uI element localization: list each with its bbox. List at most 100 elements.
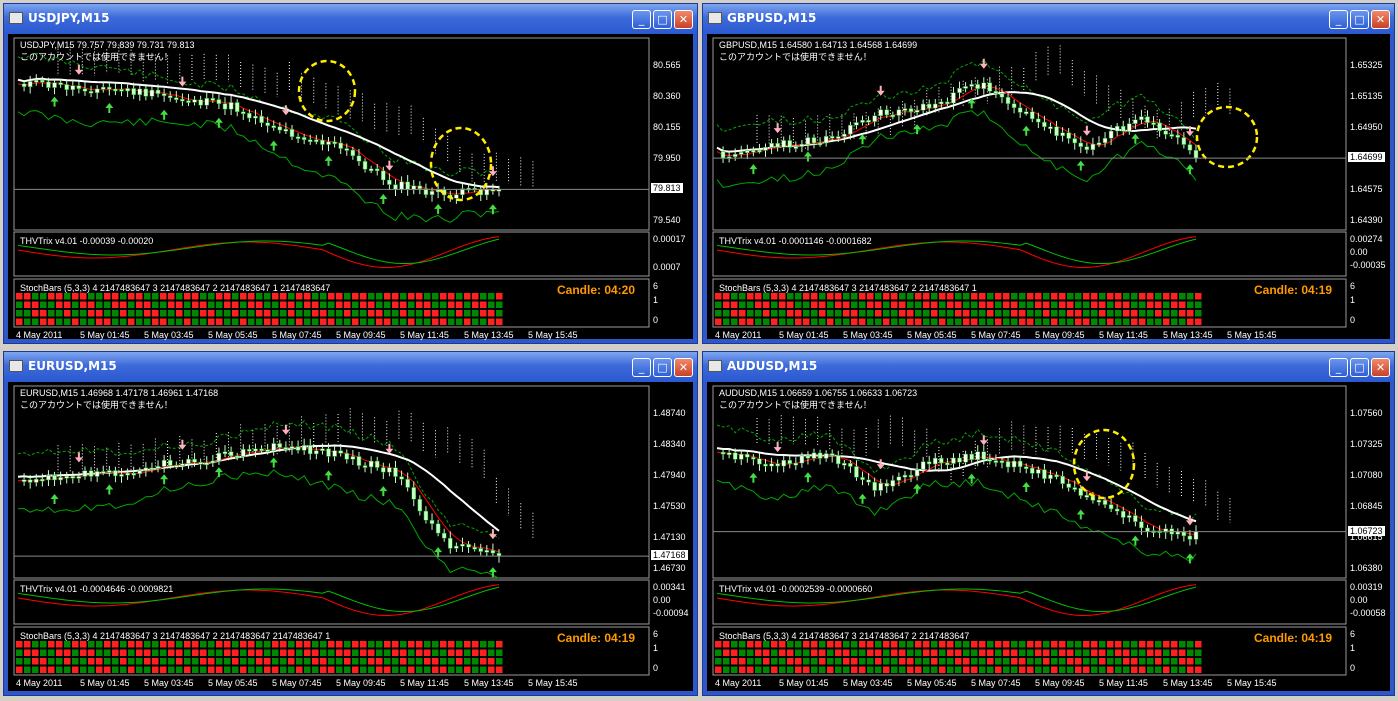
stoch-bar-cell: [1067, 649, 1074, 656]
stoch-bar-cell: [48, 318, 55, 325]
candle-body: [957, 88, 962, 93]
stoch-bar-cell: [72, 658, 79, 665]
candle-body: [277, 126, 283, 131]
stoch-bar-cell: [1003, 666, 1010, 673]
chart-window-eurusd[interactable]: EURUSD,M15 _ □ ✕ EURUSD,M15 1.46968 1.47…: [3, 351, 698, 696]
candle-body: [265, 449, 270, 452]
stoch-bar-cell: [408, 666, 415, 673]
minimize-icon[interactable]: _: [632, 10, 651, 29]
stoch-bar-cell: [811, 310, 818, 317]
stoch-bar-cell: [1035, 310, 1042, 317]
chart-area[interactable]: GBPUSD,M15 1.64580 1.64713 1.64568 1.646…: [707, 34, 1390, 340]
stoch-bar-cell: [384, 318, 391, 325]
stoch-bar-cell: [739, 310, 746, 317]
candle-body: [775, 463, 780, 467]
close-icon[interactable]: ✕: [674, 10, 693, 29]
stoch-bar-cell: [328, 318, 335, 325]
stoch-bar-cell: [96, 658, 103, 665]
stoch-bar-cell: [360, 666, 367, 673]
title-bar[interactable]: AUDUSD,M15 _ □ ✕: [703, 352, 1394, 382]
candle-body: [52, 82, 57, 88]
stoch-bar-cell: [899, 641, 906, 648]
stoch-bar-cell: [272, 310, 279, 317]
stoch-bar-cell: [224, 649, 231, 656]
stoch-scale-label: 6: [1350, 281, 1356, 291]
candle-body: [374, 460, 380, 468]
sell-arrow-icon: [74, 452, 83, 463]
stoch-bar-cell: [835, 293, 842, 300]
title-bar[interactable]: EURUSD,M15 _ □ ✕: [4, 352, 697, 382]
minimize-icon[interactable]: _: [632, 358, 651, 377]
candle-body: [1072, 487, 1077, 490]
title-bar[interactable]: USDJPY,M15 _ □ ✕: [4, 4, 697, 34]
stoch-bar-cell: [803, 310, 810, 317]
candle-body: [429, 520, 435, 524]
time-axis-label: 5 May 07:45: [971, 330, 1021, 340]
candle-body: [295, 446, 301, 451]
maximize-icon[interactable]: □: [653, 358, 672, 377]
candle-body: [1011, 460, 1017, 468]
stoch-bar-cell: [867, 649, 874, 656]
stoch-bar-cell: [152, 310, 159, 317]
stoch-bar-cell: [376, 318, 383, 325]
candle-body: [143, 88, 149, 97]
buy-arrow-icon: [1022, 125, 1031, 136]
candle-body: [1054, 474, 1059, 478]
stoch-bar-cell: [1003, 658, 1010, 665]
stoch-bar-cell: [1163, 310, 1170, 317]
chart-area[interactable]: AUDUSD,M15 1.06659 1.06755 1.06633 1.067…: [707, 382, 1390, 691]
stoch-bar-cell: [1051, 641, 1058, 648]
minimize-icon[interactable]: _: [1329, 358, 1348, 377]
stoch-bar-cell: [875, 641, 882, 648]
stoch-bar-cell: [472, 641, 479, 648]
candle-body: [161, 459, 167, 467]
minimize-icon[interactable]: _: [1329, 10, 1348, 29]
stoch-bar-cell: [408, 318, 415, 325]
candle-body: [435, 523, 441, 534]
stoch-bar-cell: [328, 293, 335, 300]
chart-area[interactable]: USDJPY,M15 79.757 79.839 79.731 79.813 この…: [8, 34, 693, 340]
stoch-bar-cell: [296, 666, 303, 673]
candle-body: [21, 83, 27, 88]
candle-body: [362, 161, 368, 170]
chart-area[interactable]: EURUSD,M15 1.46968 1.47178 1.46961 1.471…: [8, 382, 693, 691]
stoch-bar-cell: [32, 658, 39, 665]
time-axis-label: 5 May 11:45: [1099, 330, 1148, 340]
close-icon[interactable]: ✕: [674, 358, 693, 377]
stoch-bar-cell: [384, 658, 391, 665]
stoch-bar-cell: [891, 641, 898, 648]
stoch-bar-cell: [448, 310, 455, 317]
stoch-bar-cell: [88, 318, 95, 325]
chart-window-usdjpy[interactable]: USDJPY,M15 _ □ ✕ USDJPY,M15 79.757 79.83…: [3, 3, 698, 344]
stoch-bar-cell: [184, 649, 191, 656]
stoch-bar-cell: [1051, 301, 1058, 308]
maximize-icon[interactable]: □: [1350, 10, 1369, 29]
trix-scale-label: -0.00035: [1350, 260, 1386, 270]
stoch-bar-cell: [1043, 658, 1050, 665]
time-axis-label: 5 May 01:45: [80, 678, 130, 688]
stoch-bar-cell: [32, 293, 39, 300]
maximize-icon[interactable]: □: [653, 10, 672, 29]
chart-window-audusd[interactable]: AUDUSD,M15 _ □ ✕ AUDUSD,M15 1.06659 1.06…: [702, 351, 1395, 696]
stoch-bar-cell: [184, 641, 191, 648]
candle-body: [926, 461, 932, 465]
buy-arrow-icon: [1076, 160, 1085, 171]
trix-scale-label: -0.00058: [1350, 608, 1386, 618]
stoch-bar-cell: [755, 318, 762, 325]
stoch-bar-cell: [755, 666, 762, 673]
stoch-bar-cell: [40, 301, 47, 308]
account-notice-label: このアカウントでは使用できません！: [20, 52, 173, 62]
price-scale-label: 1.46730: [653, 563, 686, 573]
stoch-bar-cell: [400, 649, 407, 656]
maximize-icon[interactable]: □: [1350, 358, 1369, 377]
close-icon[interactable]: ✕: [1371, 10, 1390, 29]
stoch-bar-cell: [344, 318, 351, 325]
stoch-bar-cell: [216, 649, 223, 656]
stoch-bar-cell: [1091, 318, 1098, 325]
candle-body: [969, 84, 974, 87]
close-icon[interactable]: ✕: [1371, 358, 1390, 377]
stoch-bar-cell: [280, 641, 287, 648]
title-bar[interactable]: GBPUSD,M15 _ □ ✕: [703, 4, 1394, 34]
stoch-bar-cell: [1179, 293, 1186, 300]
chart-window-gbpusd[interactable]: GBPUSD,M15 _ □ ✕ GBPUSD,M15 1.64580 1.64…: [702, 3, 1395, 344]
